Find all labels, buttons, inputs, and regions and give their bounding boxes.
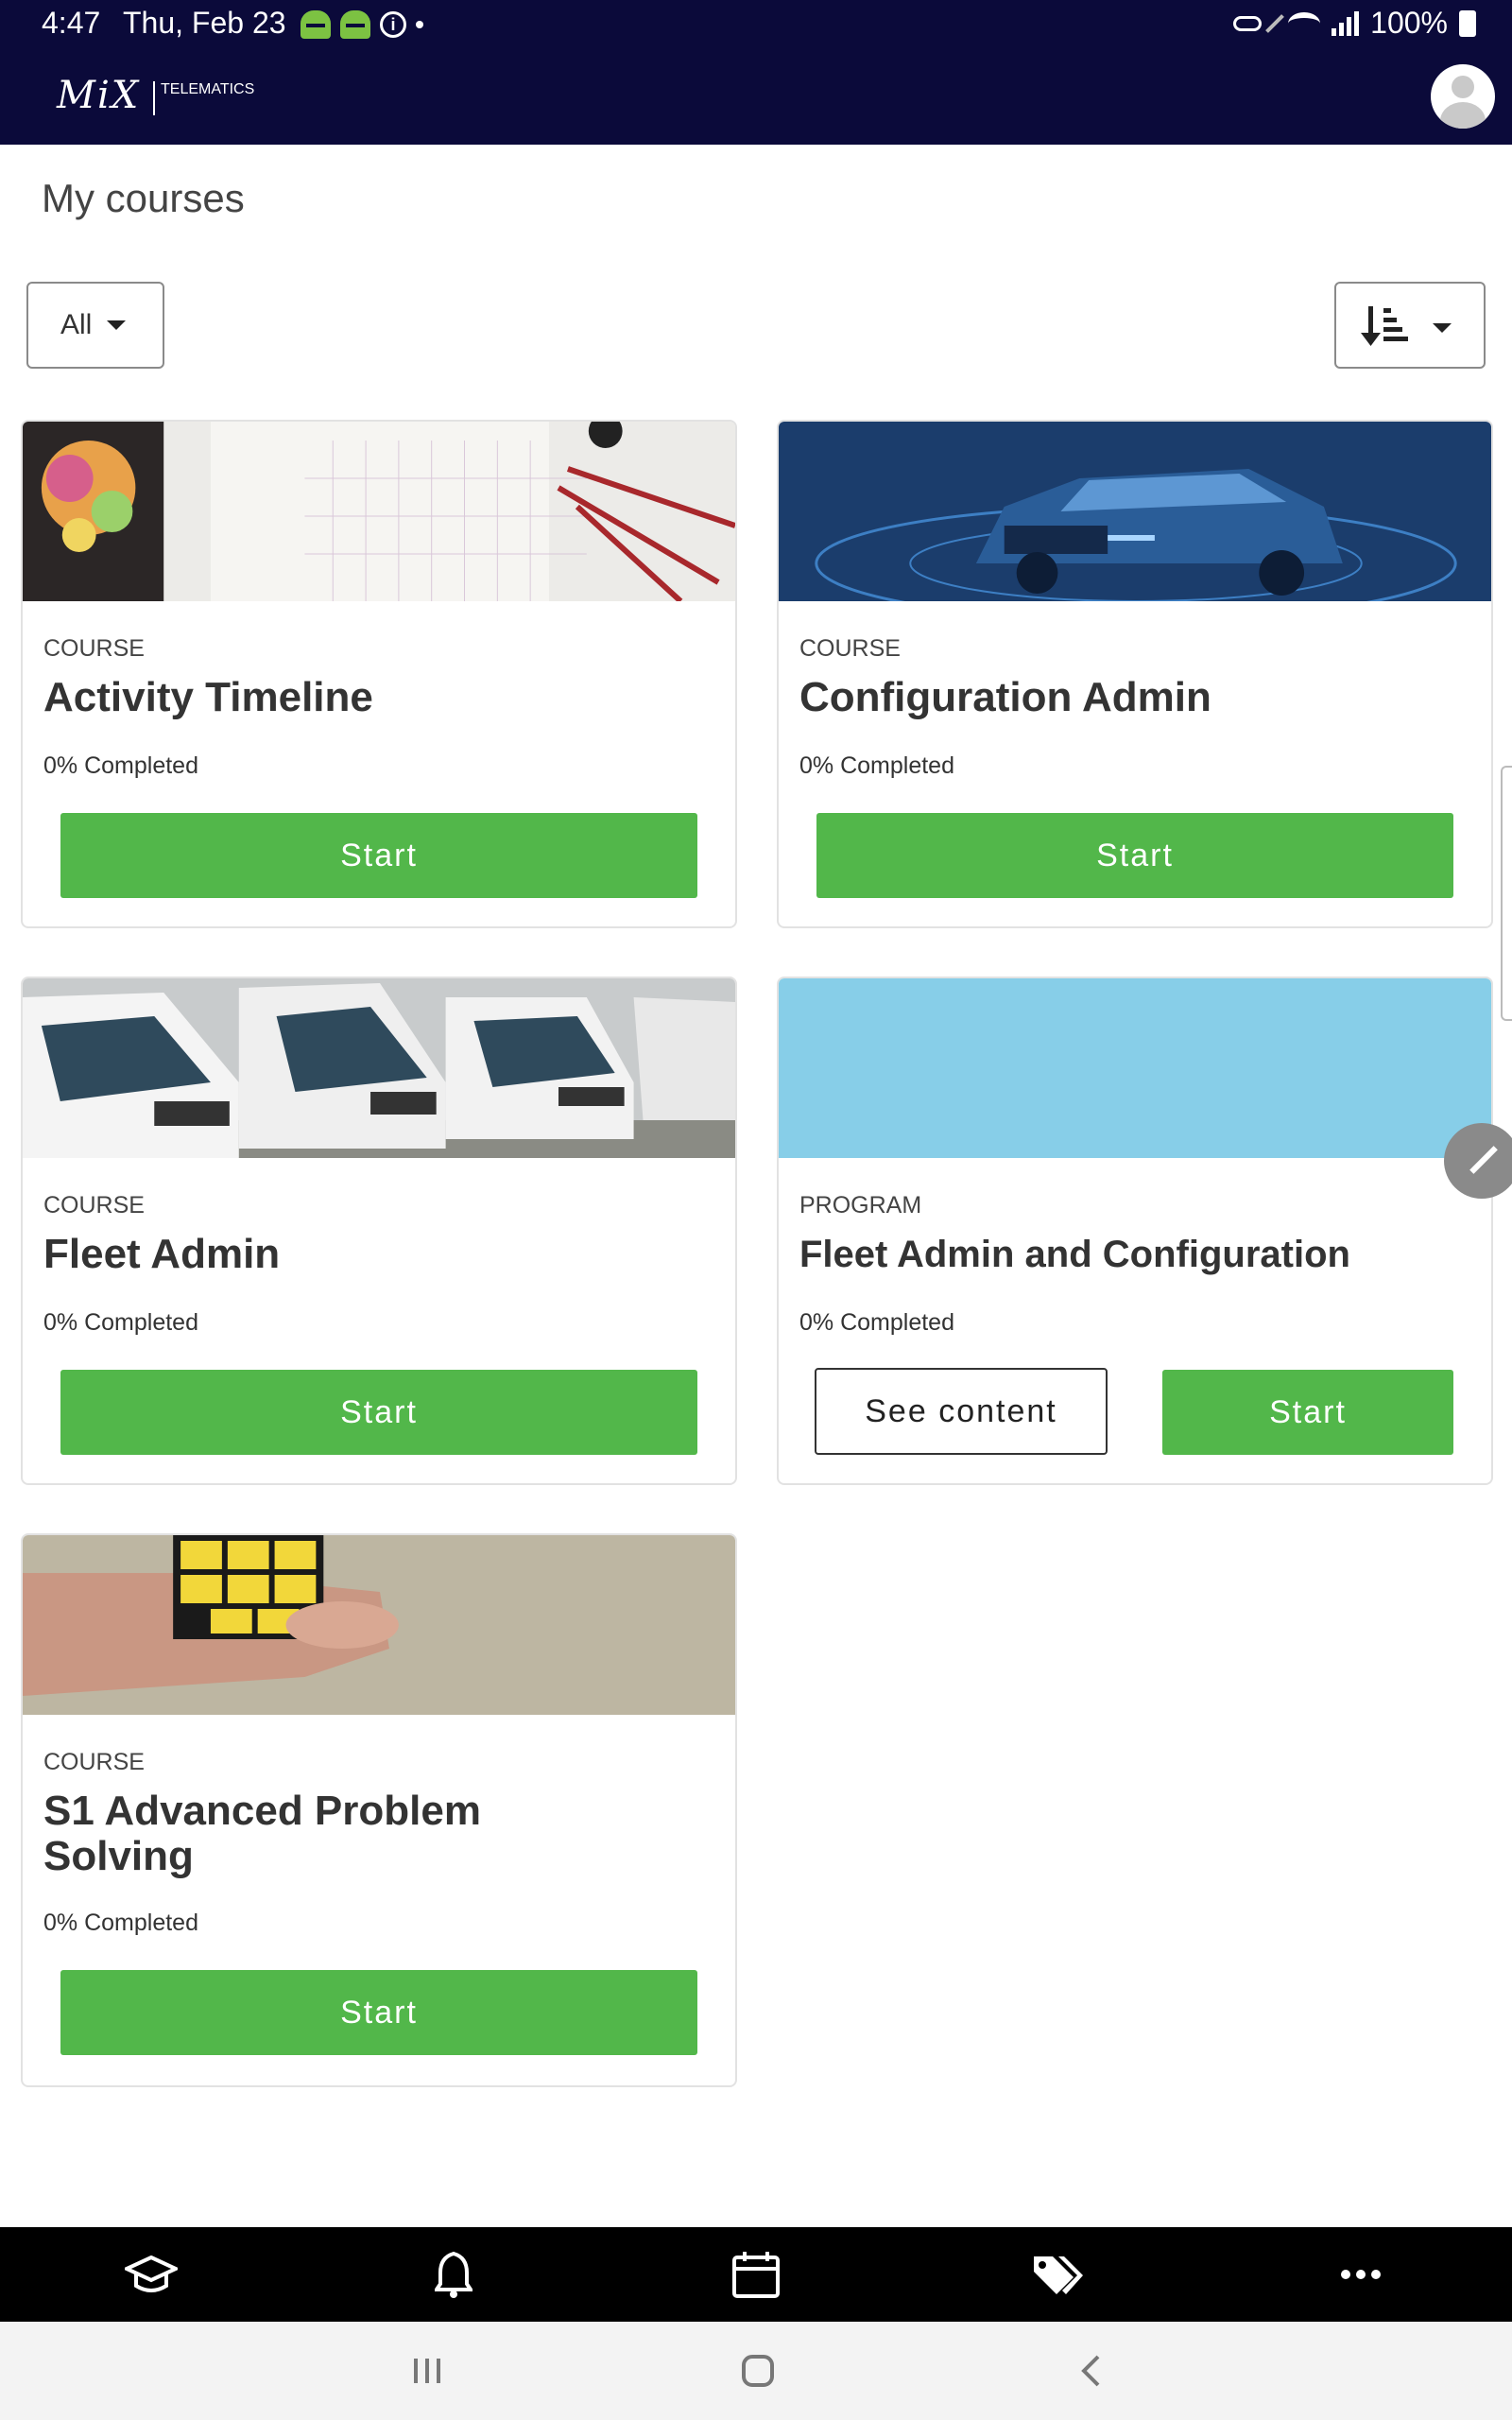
pen-icon: [1265, 13, 1285, 33]
bell-icon: [435, 2251, 472, 2298]
nav-tags[interactable]: [1002, 2227, 1115, 2322]
card-title[interactable]: Configuration Admin: [799, 675, 1461, 720]
card-title[interactable]: S1 Advanced Problem Solving: [43, 1789, 535, 1879]
type-filter-dropdown[interactable]: All: [26, 282, 164, 369]
status-time: 4:47: [42, 6, 101, 40]
card-title[interactable]: Activity Timeline: [43, 675, 705, 720]
course-image: [23, 978, 735, 1158]
card-progress: 0% Completed: [799, 752, 954, 779]
sort-icon: [1361, 306, 1408, 346]
recent-apps-icon: [414, 2359, 440, 2383]
start-button[interactable]: Start: [60, 1970, 697, 2055]
course-card[interactable]: COURSE Fleet Admin 0% Completed Start: [21, 977, 737, 1485]
card-progress: 0% Completed: [43, 1910, 198, 1936]
card-progress: 0% Completed: [799, 1309, 954, 1336]
home-icon: [742, 2355, 774, 2387]
type-filter-value: All: [60, 309, 93, 340]
start-button[interactable]: Start: [60, 813, 697, 898]
tags-icon: [1034, 2256, 1083, 2294]
nav-calendar[interactable]: [699, 2227, 813, 2322]
wifi-icon: [1288, 11, 1321, 35]
card-title[interactable]: Fleet Admin and Configuration: [799, 1232, 1461, 1277]
course-card[interactable]: COURSE Configuration Admin 0% Completed …: [777, 420, 1493, 928]
course-image: [779, 422, 1491, 601]
start-button[interactable]: Start: [60, 1370, 697, 1455]
caret-down-icon: [1433, 323, 1452, 333]
vpn-key-icon: [1233, 15, 1263, 31]
program-image: [779, 978, 1491, 1158]
nav-more[interactable]: [1304, 2227, 1418, 2322]
brand-logo[interactable]: MiX: [57, 74, 140, 117]
card-type-label: COURSE: [43, 635, 145, 662]
dot-icon: [416, 21, 423, 28]
course-image: [23, 422, 735, 601]
status-bar: 4:47 Thu, Feb 23 i 100%: [0, 0, 1512, 49]
status-date: Thu, Feb 23: [123, 6, 286, 40]
recent-apps-button[interactable]: [399, 2348, 455, 2394]
back-icon: [1081, 2355, 1100, 2387]
page-title: My courses: [42, 176, 245, 220]
edit-pencil-button[interactable]: [1444, 1123, 1512, 1199]
card-type-label: COURSE: [43, 1749, 145, 1775]
graduation-cap-icon: [125, 2256, 178, 2292]
android-icon: [340, 10, 370, 39]
brand-tagline: [161, 98, 254, 115]
home-button[interactable]: [730, 2348, 786, 2394]
brand-subtitle: TELEMATICS: [153, 81, 254, 115]
brand-subtitle-text: TELEMATICS: [161, 81, 255, 97]
start-button[interactable]: Start: [816, 813, 1453, 898]
calendar-icon: [732, 2252, 780, 2298]
start-button[interactable]: Start: [1162, 1370, 1453, 1455]
system-icons: 100%: [1233, 6, 1476, 41]
user-avatar[interactable]: [1431, 64, 1495, 129]
caret-down-icon: [107, 320, 127, 330]
top-bar: 4:47 Thu, Feb 23 i 100% MiX TELEMATICS: [0, 0, 1512, 145]
back-button[interactable]: [1062, 2348, 1119, 2394]
card-title[interactable]: Fleet Admin: [43, 1232, 705, 1277]
battery-percent: 100%: [1370, 6, 1448, 40]
nav-notifications[interactable]: [397, 2227, 510, 2322]
nav-courses[interactable]: [94, 2227, 208, 2322]
sort-dropdown[interactable]: [1334, 282, 1486, 369]
info-icon: i: [380, 11, 406, 38]
signal-icon: [1332, 10, 1360, 36]
notification-icons: i: [301, 9, 423, 40]
card-progress: 0% Completed: [43, 752, 198, 779]
more-icon: [1341, 2270, 1381, 2279]
card-type-label: COURSE: [43, 1192, 145, 1219]
see-content-button[interactable]: See content: [815, 1368, 1108, 1455]
course-image: [23, 1535, 735, 1715]
program-card[interactable]: PROGRAM Fleet Admin and Configuration 0%…: [777, 977, 1493, 1485]
edge-panel-handle[interactable]: [1501, 766, 1512, 1021]
card-progress: 0% Completed: [43, 1309, 198, 1336]
android-icon: [301, 10, 331, 39]
system-nav-bar: [0, 2322, 1512, 2420]
bottom-nav: [0, 2227, 1512, 2322]
card-type-label: COURSE: [799, 635, 901, 662]
course-card[interactable]: COURSE S1 Advanced Problem Solving 0% Co…: [21, 1533, 737, 2087]
course-card[interactable]: COURSE Activity Timeline 0% Completed St…: [21, 420, 737, 928]
battery-icon: [1459, 9, 1476, 37]
card-type-label: PROGRAM: [799, 1192, 922, 1219]
